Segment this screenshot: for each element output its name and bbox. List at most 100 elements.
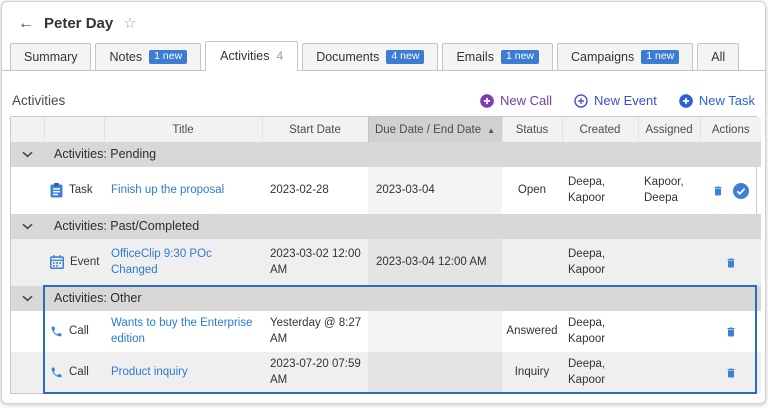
due-date-cell: [368, 311, 502, 352]
group-row-activities-pending: Activities: Pending: [11, 142, 761, 167]
event-icon: [50, 255, 64, 269]
start-date-cell: 2023-02-28: [262, 167, 368, 214]
new-event-button[interactable]: New Event: [574, 93, 657, 108]
column-header-empty: [44, 117, 104, 142]
created-cell: Deepa, Kapoor: [562, 311, 638, 352]
new-count-badge: 1 new: [149, 50, 187, 65]
actions-cell: [700, 239, 761, 286]
column-header-label: Due Date / End Date: [375, 124, 481, 136]
row-expand-cell: [11, 167, 44, 214]
new-task-button[interactable]: New Task: [679, 93, 755, 108]
group-row-activities-past-completed: Activities: Past/Completed: [11, 214, 761, 239]
group-chevron-cell: [11, 142, 44, 167]
page-title: Peter Day: [44, 15, 113, 32]
actions-cell: [700, 352, 761, 393]
new-count-badge: 1 new: [501, 50, 539, 65]
column-header-status[interactable]: Status: [502, 117, 562, 142]
created-cell: Deepa, Kapoor: [562, 167, 638, 214]
created-cell: Deepa, Kapoor: [562, 352, 638, 393]
row-expand-cell: [11, 239, 44, 286]
tab-campaigns[interactable]: Campaigns1 new: [557, 43, 693, 71]
column-header-created[interactable]: Created: [562, 117, 638, 142]
tab-label: Documents: [316, 50, 379, 64]
type-cell: Call: [44, 352, 104, 393]
due-date-cell: [368, 352, 502, 393]
status-cell: Open: [502, 167, 562, 214]
activity-title-link[interactable]: Product inquiry: [111, 366, 188, 378]
activity-title-link[interactable]: Wants to buy the Enterprise edition: [111, 317, 252, 345]
column-header-empty: [11, 117, 44, 142]
row-expand-cell: [11, 352, 44, 393]
tab-count: 4: [277, 49, 284, 63]
tab-label: Notes: [109, 50, 142, 64]
chevron-down-icon[interactable]: [22, 295, 33, 302]
back-arrow-icon[interactable]: ←: [18, 16, 34, 32]
activity-title-link[interactable]: OfficeClip 9:30 POc Changed: [111, 248, 212, 276]
row-expand-cell: [11, 311, 44, 352]
type-cell: Task: [44, 167, 104, 214]
title-cell: Finish up the proposal: [104, 167, 262, 214]
trash-icon[interactable]: [725, 256, 737, 270]
actions-cell: [700, 311, 761, 352]
actions-bar: New Call New Event New Task: [480, 93, 755, 108]
column-header-assigned[interactable]: Assigned: [638, 117, 700, 142]
action-label: New Call: [500, 93, 552, 108]
new-count-badge: 4 new: [386, 50, 424, 65]
action-label: New Event: [594, 93, 657, 108]
type-label: Event: [70, 255, 99, 271]
tab-label: Activities: [220, 49, 269, 63]
group-label: Activities: Pending: [44, 142, 761, 167]
type-label: Call: [69, 324, 89, 340]
plus-circle-filled-icon: [679, 94, 693, 108]
tab-label: All: [711, 50, 725, 64]
group-row-activities-other: Activities: Other: [11, 286, 761, 311]
assigned-cell: Kapoor, Deepa: [638, 167, 700, 214]
call-icon: [50, 325, 63, 338]
task-icon: [50, 183, 63, 198]
type-cell: Event: [44, 239, 104, 286]
chevron-down-icon[interactable]: [22, 151, 33, 158]
new-call-button[interactable]: New Call: [480, 93, 552, 108]
tab-label: Summary: [24, 50, 77, 64]
tab-all[interactable]: All: [697, 43, 739, 70]
header-row: TitleStart Date Due Date / End Date ▲ Statu…: [11, 117, 761, 142]
sort-ascending-icon: ▲: [487, 126, 495, 135]
group-label: Activities: Other: [44, 286, 761, 311]
trash-icon[interactable]: [712, 184, 724, 198]
group-label: Activities: Past/Completed: [44, 214, 761, 239]
column-header-title[interactable]: Title: [104, 117, 262, 142]
column-header-actions[interactable]: Actions: [700, 117, 761, 142]
tab-activities[interactable]: Activities 4: [205, 41, 298, 71]
start-date-cell: Yesterday @ 8:27 AM: [262, 311, 368, 352]
tab-notes[interactable]: Notes 1 new: [95, 43, 201, 71]
due-date-cell: 2023-03-04: [368, 167, 502, 214]
title-bar: ← Peter Day ☆: [2, 2, 765, 32]
activities-section-header: Activities New Call New Event New Task: [2, 71, 765, 116]
favorite-star-icon[interactable]: ☆: [123, 16, 136, 31]
activity-row: CallProduct inquiry2023-07-20 07:59 AMIn…: [11, 352, 761, 393]
type-cell: Call: [44, 311, 104, 352]
activity-row: EventOfficeClip 9:30 POc Changed2023-03-…: [11, 239, 761, 286]
title-cell: Wants to buy the Enterprise edition: [104, 311, 262, 352]
trash-icon[interactable]: [725, 366, 737, 380]
column-header-start-date[interactable]: Start Date: [262, 117, 368, 142]
assigned-cell: [638, 311, 700, 352]
check-circle-icon[interactable]: [733, 183, 749, 199]
created-cell: Deepa, Kapoor: [562, 239, 638, 286]
section-title: Activities: [12, 93, 65, 108]
status-cell: Answered: [502, 311, 562, 352]
activities-table-container: TitleStart Date Due Date / End Date ▲ Statu…: [10, 116, 757, 394]
column-header-due-date-end-date[interactable]: Due Date / End Date ▲: [368, 117, 502, 142]
status-cell: Inquiry: [502, 352, 562, 393]
table-body: Activities: PendingTask Finish up the pro…: [11, 142, 761, 393]
contact-activities-page: ← Peter Day ☆ Summary Notes 1 new Activitie…: [1, 1, 766, 404]
tab-documents[interactable]: Documents 4 new: [302, 43, 438, 71]
activity-row: Call Wants to buy the Enterprise edition Y…: [11, 311, 761, 352]
title-cell: Product inquiry: [104, 352, 262, 393]
tab-summary[interactable]: Summary: [10, 43, 91, 70]
activity-title-link[interactable]: Finish up the proposal: [111, 184, 224, 196]
trash-icon[interactable]: [725, 325, 737, 339]
tab-emails[interactable]: Emails1 new: [442, 43, 553, 71]
chevron-down-icon[interactable]: [22, 223, 33, 230]
tab-label: Campaigns: [571, 50, 634, 64]
